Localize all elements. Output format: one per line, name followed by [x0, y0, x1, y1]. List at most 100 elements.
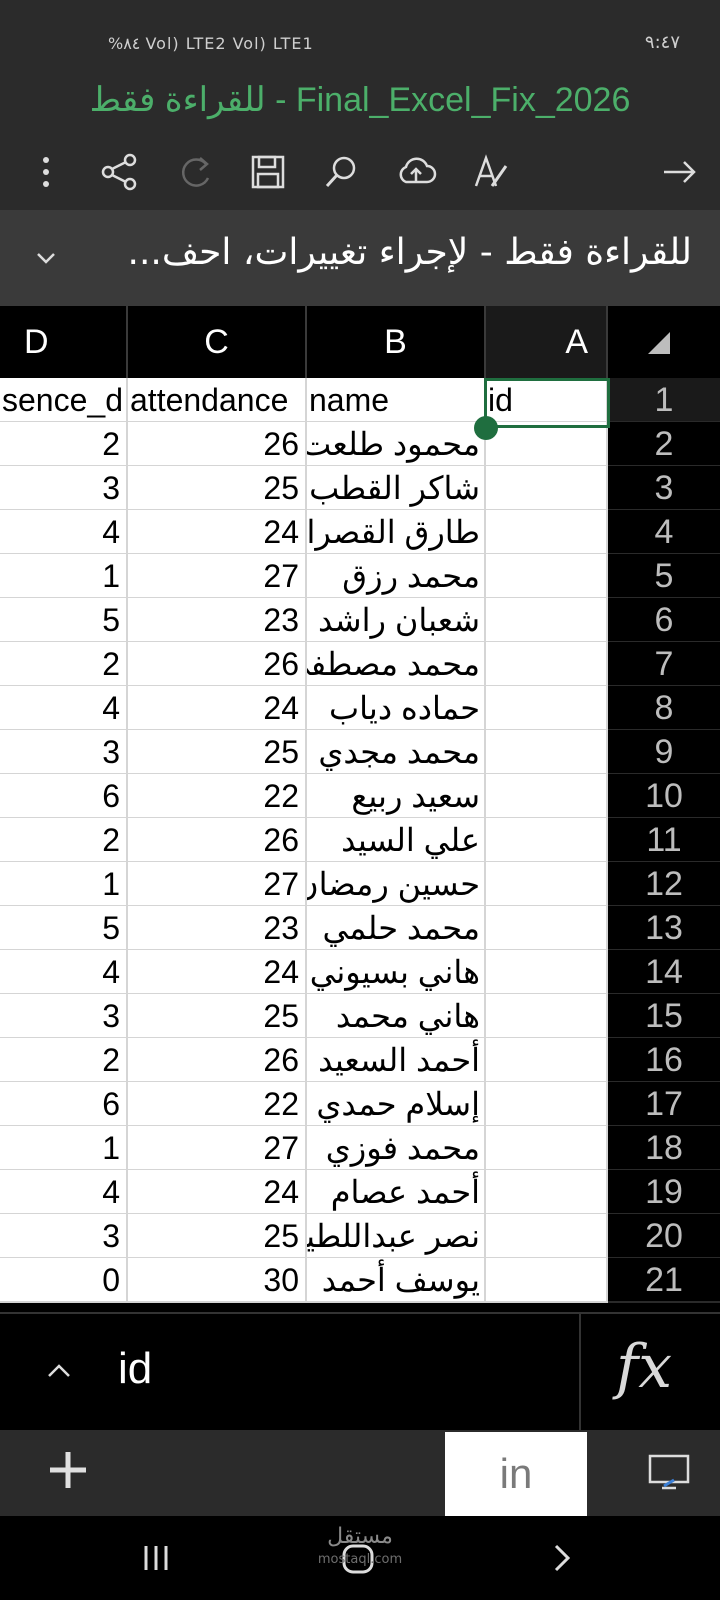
row-header[interactable]: 9 — [608, 730, 720, 775]
row-header[interactable]: 3 — [608, 466, 720, 511]
arrow-right-icon[interactable] — [658, 150, 702, 194]
cloud-upload-icon[interactable] — [394, 150, 438, 194]
cell-c[interactable]: 22 — [128, 774, 307, 819]
cell-c[interactable]: 27 — [128, 862, 307, 907]
formula-input[interactable]: id — [118, 1344, 152, 1394]
cell-a[interactable] — [486, 1214, 608, 1259]
cell-a[interactable] — [486, 642, 608, 687]
row-header[interactable]: 8 — [608, 686, 720, 731]
column-header-b[interactable]: B — [307, 306, 486, 378]
row-header[interactable]: 5 — [608, 554, 720, 599]
cell-c[interactable]: 22 — [128, 1082, 307, 1127]
column-header-d[interactable]: D — [0, 306, 128, 378]
display-icon[interactable] — [648, 1454, 690, 1492]
cell-b[interactable]: طارق القصراو — [307, 510, 486, 555]
row-header[interactable]: 20 — [608, 1214, 720, 1259]
row-header[interactable]: 21 — [608, 1258, 720, 1303]
cell-d[interactable]: 2 — [0, 818, 128, 863]
cell-a[interactable] — [486, 1170, 608, 1215]
cell-d[interactable]: 4 — [0, 510, 128, 555]
cell-b[interactable]: إسلام حمدي — [307, 1082, 486, 1127]
row-header[interactable]: 1 — [608, 378, 720, 423]
read-only-banner[interactable]: للقراءة فقط - لإجراء تغييرات، احف... — [0, 210, 720, 306]
recent-apps-icon[interactable] — [136, 1538, 176, 1578]
back-icon[interactable] — [542, 1538, 582, 1578]
cell-d[interactable]: 3 — [0, 730, 128, 775]
row-header[interactable]: 11 — [608, 818, 720, 863]
cell-c[interactable]: 30 — [128, 1258, 307, 1303]
cell-b[interactable]: محمد مجدي — [307, 730, 486, 775]
cell-b[interactable]: يوسف أحمد — [307, 1258, 486, 1303]
cell-d[interactable]: 5 — [0, 906, 128, 951]
sheet-tab[interactable]: in — [445, 1432, 587, 1516]
cell-b[interactable]: هاني محمد — [307, 994, 486, 1039]
cell-a[interactable] — [486, 818, 608, 863]
row-header[interactable]: 7 — [608, 642, 720, 687]
cell-a[interactable] — [486, 466, 608, 511]
cell-d[interactable]: 4 — [0, 950, 128, 995]
cell-c[interactable]: 24 — [128, 686, 307, 731]
row-header[interactable]: 13 — [608, 906, 720, 951]
cell-b[interactable]: نصر عبداللطيف — [307, 1214, 486, 1259]
cell-a[interactable] — [486, 950, 608, 995]
cell-c[interactable]: 27 — [128, 554, 307, 599]
cell-a[interactable] — [486, 906, 608, 951]
redo-icon[interactable] — [172, 150, 216, 194]
cell-a[interactable] — [486, 774, 608, 819]
cell-c[interactable]: 25 — [128, 466, 307, 511]
cell-c[interactable]: 24 — [128, 950, 307, 995]
cell-b[interactable]: أحمد السعيد — [307, 1038, 486, 1083]
cell-c[interactable]: 27 — [128, 1126, 307, 1171]
cell-a[interactable] — [486, 1038, 608, 1083]
cell-a[interactable] — [486, 686, 608, 731]
cell-b[interactable]: حسين رمضان — [307, 862, 486, 907]
cell-d[interactable]: 3 — [0, 1214, 128, 1259]
cell-c[interactable]: 25 — [128, 1214, 307, 1259]
cell-d[interactable]: 3 — [0, 466, 128, 511]
cell-a[interactable] — [486, 1258, 608, 1303]
cell-c[interactable]: 25 — [128, 730, 307, 775]
cell-d[interactable]: 1 — [0, 554, 128, 599]
cell-a[interactable] — [486, 598, 608, 643]
more-options-icon[interactable] — [24, 150, 68, 194]
cell-a[interactable] — [486, 1082, 608, 1127]
row-header[interactable]: 19 — [608, 1170, 720, 1215]
cell-c[interactable]: 25 — [128, 994, 307, 1039]
search-icon[interactable] — [320, 150, 364, 194]
cell-d[interactable]: 0 — [0, 1258, 128, 1303]
share-icon[interactable] — [98, 150, 142, 194]
chevron-up-icon[interactable] — [44, 1356, 74, 1386]
cell-b[interactable]: هاني بسيوني — [307, 950, 486, 995]
cell-b1[interactable]: name — [307, 378, 486, 423]
draw-pen-icon[interactable] — [468, 150, 512, 194]
cell-b[interactable]: حماده دياب — [307, 686, 486, 731]
cell-a[interactable] — [486, 422, 608, 467]
cell-b[interactable]: سعيد ربيع — [307, 774, 486, 819]
cell-a[interactable] — [486, 1126, 608, 1171]
row-header[interactable]: 12 — [608, 862, 720, 907]
cell-c[interactable]: 26 — [128, 1038, 307, 1083]
cell-d1[interactable]: sence_d — [0, 378, 128, 423]
chevron-down-icon[interactable] — [32, 244, 60, 272]
cell-b[interactable]: أحمد عصام — [307, 1170, 486, 1215]
cell-b[interactable]: شاكر القطب — [307, 466, 486, 511]
cell-a[interactable] — [486, 862, 608, 907]
cell-b[interactable]: محمد فوزي — [307, 1126, 486, 1171]
row-header[interactable]: 4 — [608, 510, 720, 555]
cell-d[interactable]: 3 — [0, 994, 128, 1039]
cell-d[interactable]: 4 — [0, 686, 128, 731]
cell-a[interactable] — [486, 554, 608, 599]
column-header-c[interactable]: C — [128, 306, 307, 378]
cell-c[interactable]: 23 — [128, 598, 307, 643]
save-icon[interactable] — [246, 150, 290, 194]
cell-d[interactable]: 5 — [0, 598, 128, 643]
cell-d[interactable]: 2 — [0, 642, 128, 687]
cell-c[interactable]: 24 — [128, 510, 307, 555]
select-all-icon[interactable] — [646, 330, 672, 356]
cell-c[interactable]: 24 — [128, 1170, 307, 1215]
cell-c[interactable]: 26 — [128, 818, 307, 863]
row-header[interactable]: 15 — [608, 994, 720, 1039]
cell-d[interactable]: 4 — [0, 1170, 128, 1215]
row-header[interactable]: 16 — [608, 1038, 720, 1083]
row-header[interactable]: 14 — [608, 950, 720, 995]
